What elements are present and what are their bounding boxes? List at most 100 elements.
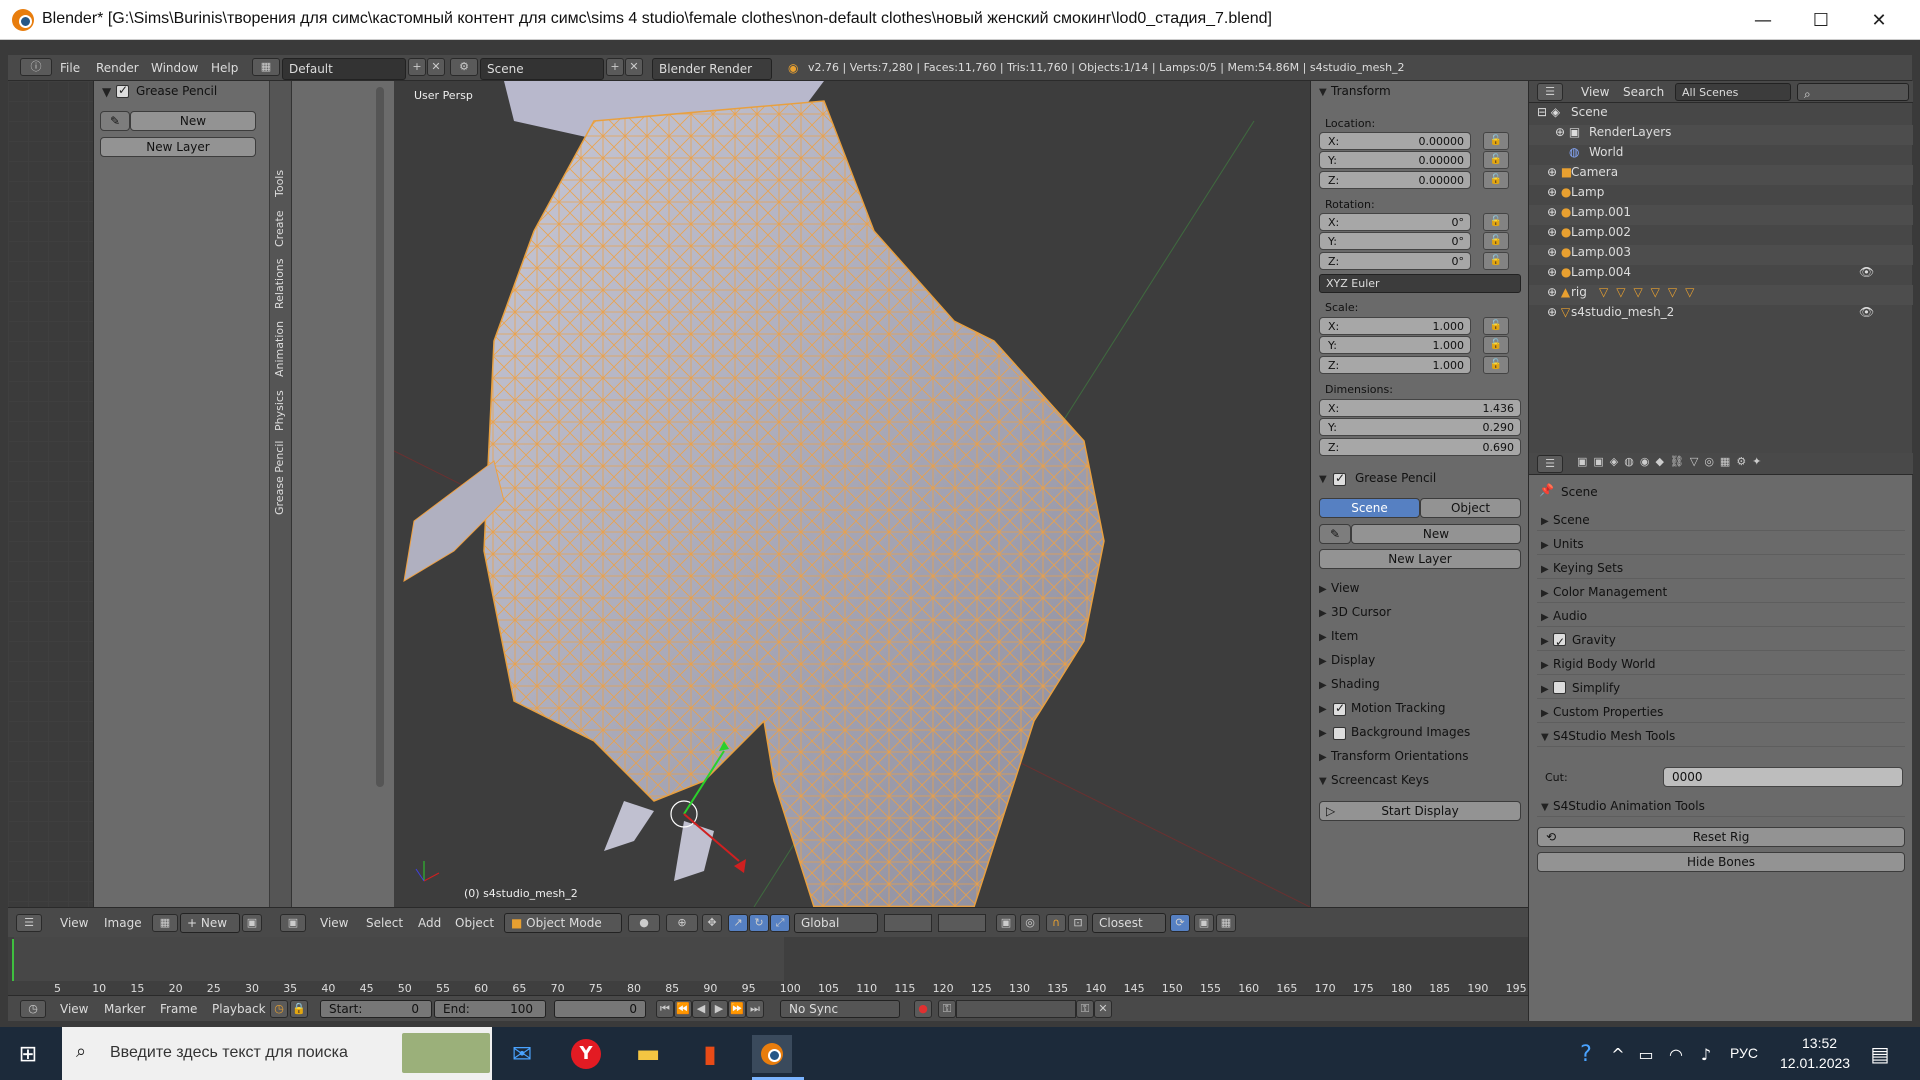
timeline-menu-frame[interactable]: Frame: [160, 1002, 197, 1016]
rotate-manipulator-icon[interactable]: ↻: [749, 914, 769, 932]
rotation-mode-selector[interactable]: XYZ Euler: [1319, 274, 1521, 293]
align-rotation-icon[interactable]: ⟳: [1170, 914, 1190, 932]
outliner-row[interactable]: ⊕ ● Lamp.002: [1529, 225, 1913, 245]
render-image-icon[interactable]: ▣: [1194, 914, 1214, 932]
volume-icon[interactable]: ♪: [1686, 1035, 1726, 1073]
lock-icon[interactable]: 🔓: [1483, 336, 1509, 354]
dimension-z-field[interactable]: Z: 0.690: [1319, 438, 1521, 456]
prop-section-units[interactable]: ▶ Units: [1537, 533, 1905, 555]
rotation-z-field[interactable]: Z: 0°: [1319, 252, 1471, 270]
layers-grid-a[interactable]: [884, 914, 932, 932]
grease-new-layer-button[interactable]: New Layer: [100, 137, 256, 157]
prop-section-scene[interactable]: ▶ Scene: [1537, 509, 1905, 531]
mode-selector[interactable]: ■ Object Mode: [504, 913, 622, 933]
tab-create[interactable]: Create: [273, 210, 286, 247]
pivot-point-icon[interactable]: ⊕: [666, 914, 698, 932]
properties-editor-icon[interactable]: ☰: [1537, 455, 1563, 473]
layout-selector[interactable]: Default: [282, 58, 406, 80]
windows-start-icon[interactable]: ⊞: [8, 1035, 48, 1073]
remove-scene-button[interactable]: ✕: [625, 58, 643, 76]
transform-orientation-selector[interactable]: Global: [794, 913, 878, 933]
dimension-x-field[interactable]: X: 1.436: [1319, 399, 1521, 417]
outliner-search-input[interactable]: ⌕: [1797, 83, 1909, 101]
outliner-menu-view[interactable]: View: [1581, 85, 1609, 99]
section-display[interactable]: ▶ Display: [1319, 653, 1375, 667]
minimize-button[interactable]: —: [1734, 0, 1792, 40]
dimension-y-field[interactable]: Y: 0.290: [1319, 418, 1521, 436]
current-frame-field[interactable]: 0: [554, 1000, 646, 1018]
outliner-menu-search[interactable]: Search: [1623, 85, 1664, 99]
outliner-row[interactable]: ⊕ ■ Camera: [1529, 165, 1913, 185]
lock-icon[interactable]: 🔓: [1483, 171, 1509, 189]
lock-icon[interactable]: 🔓: [1483, 132, 1509, 150]
section-background-images[interactable]: ▶: [1319, 725, 1331, 739]
npanel-grease-pencil-header[interactable]: ▼: [1319, 471, 1331, 485]
rotation-y-field[interactable]: Y: 0°: [1319, 232, 1471, 250]
grease-object-tab[interactable]: Object: [1420, 498, 1521, 518]
jump-end-icon[interactable]: ⏭: [746, 1000, 764, 1018]
npanel-grease-new-layer-button[interactable]: New Layer: [1319, 549, 1521, 569]
outliner-row[interactable]: ⊕ ▽ s4studio_mesh_2 👁: [1529, 305, 1913, 325]
menu-window[interactable]: Window: [151, 61, 198, 75]
start-frame-field[interactable]: Start: 0: [320, 1000, 432, 1018]
next-keyframe-icon[interactable]: ⏩: [728, 1000, 746, 1018]
prop-section-s4-mesh-tools[interactable]: ▼ S4Studio Mesh Tools: [1537, 725, 1905, 747]
lock-icon[interactable]: 🔓: [1483, 252, 1509, 270]
blender-taskbar-icon[interactable]: [752, 1035, 792, 1073]
add-layout-button[interactable]: +: [408, 58, 426, 76]
manipulator-icon[interactable]: ✥: [702, 914, 722, 932]
section-view[interactable]: ▶ View: [1319, 581, 1359, 595]
clock-icon[interactable]: ◷: [270, 1000, 288, 1018]
prev-keyframe-icon[interactable]: ⏪: [674, 1000, 692, 1018]
maximize-button[interactable]: ☐: [1792, 0, 1850, 40]
section-motion-tracking[interactable]: ▶: [1319, 701, 1331, 715]
mail-app-icon[interactable]: ✉: [502, 1035, 542, 1073]
record-icon[interactable]: ●: [914, 1000, 932, 1018]
tab-animation[interactable]: Animation: [273, 321, 286, 377]
properties-context-tabs[interactable]: ▣▣◈◍◉◆⛓▽◎▦⚙✦: [1577, 455, 1787, 473]
motion-tracking-checkbox[interactable]: [1333, 701, 1346, 716]
language-indicator[interactable]: РУС: [1730, 1045, 1758, 1061]
tab-grease-pencil[interactable]: Grease Pencil: [273, 441, 286, 515]
clock-time[interactable]: 13:52: [1802, 1035, 1837, 1051]
grease-pencil-checkbox[interactable]: [116, 83, 129, 98]
scale-manipulator-icon[interactable]: ⤢: [770, 914, 790, 932]
section-screencast-keys[interactable]: ▼ Screencast Keys: [1319, 773, 1429, 787]
prop-section-audio[interactable]: ▶ Audio: [1537, 605, 1905, 627]
lock-layers-icon[interactable]: ▣: [996, 914, 1016, 932]
play-reverse-icon[interactable]: ◀: [692, 1000, 710, 1018]
taskbar-search-box[interactable]: ⌕ Введите здесь текст для поиска: [62, 1027, 492, 1080]
outliner-row[interactable]: ⊕ ▣ RenderLayers: [1529, 125, 1913, 145]
viewport-editor-type-icon[interactable]: ▣: [280, 914, 306, 932]
render-engine-selector[interactable]: Blender Render: [652, 58, 772, 80]
menu-file[interactable]: File: [60, 61, 80, 75]
prop-section-color-management[interactable]: ▶ Color Management: [1537, 581, 1905, 603]
shading-mode-icon[interactable]: ●: [628, 914, 660, 932]
npanel-grease-pencil-checkbox[interactable]: [1333, 471, 1346, 486]
tool-shelf-scrollbar[interactable]: [376, 87, 384, 787]
yandex-browser-icon[interactable]: Y: [566, 1035, 606, 1073]
location-x-field[interactable]: X: 0.00000: [1319, 132, 1471, 150]
layout-icon[interactable]: ▦: [252, 58, 280, 76]
end-frame-field[interactable]: End: 100: [434, 1000, 546, 1018]
tab-relations[interactable]: Relations: [273, 258, 286, 309]
section-3d-cursor[interactable]: ▶ 3D Cursor: [1319, 605, 1391, 619]
outliner-row[interactable]: ⊕ ● Lamp.004 👁: [1529, 265, 1913, 285]
cut-input[interactable]: 0000: [1663, 767, 1903, 787]
delete-keyframe-icon[interactable]: ✕: [1094, 1000, 1112, 1018]
office-app-icon[interactable]: ▮: [690, 1035, 730, 1073]
scale-y-field[interactable]: Y: 1.000: [1319, 336, 1471, 354]
image-pin-icon[interactable]: ▣: [242, 914, 262, 932]
timeline-menu-playback[interactable]: Playback: [212, 1002, 266, 1016]
image-menu-view[interactable]: View: [60, 916, 88, 930]
image-browse-icon[interactable]: ▦: [152, 914, 178, 932]
timeline-editor-icon[interactable]: ◷: [20, 1000, 46, 1018]
menu-render[interactable]: Render: [96, 61, 139, 75]
location-y-field[interactable]: Y: 0.00000: [1319, 151, 1471, 169]
scene-selector[interactable]: Scene: [480, 58, 604, 80]
active-keying-set-field[interactable]: [956, 1000, 1076, 1018]
prop-section-custom-properties[interactable]: ▶ Custom Properties: [1537, 701, 1905, 723]
outliner-row[interactable]: ⊕ ● Lamp.003: [1529, 245, 1913, 265]
snap-element-icon[interactable]: ⊡: [1068, 914, 1088, 932]
lock-icon[interactable]: 🔓: [1483, 232, 1509, 250]
